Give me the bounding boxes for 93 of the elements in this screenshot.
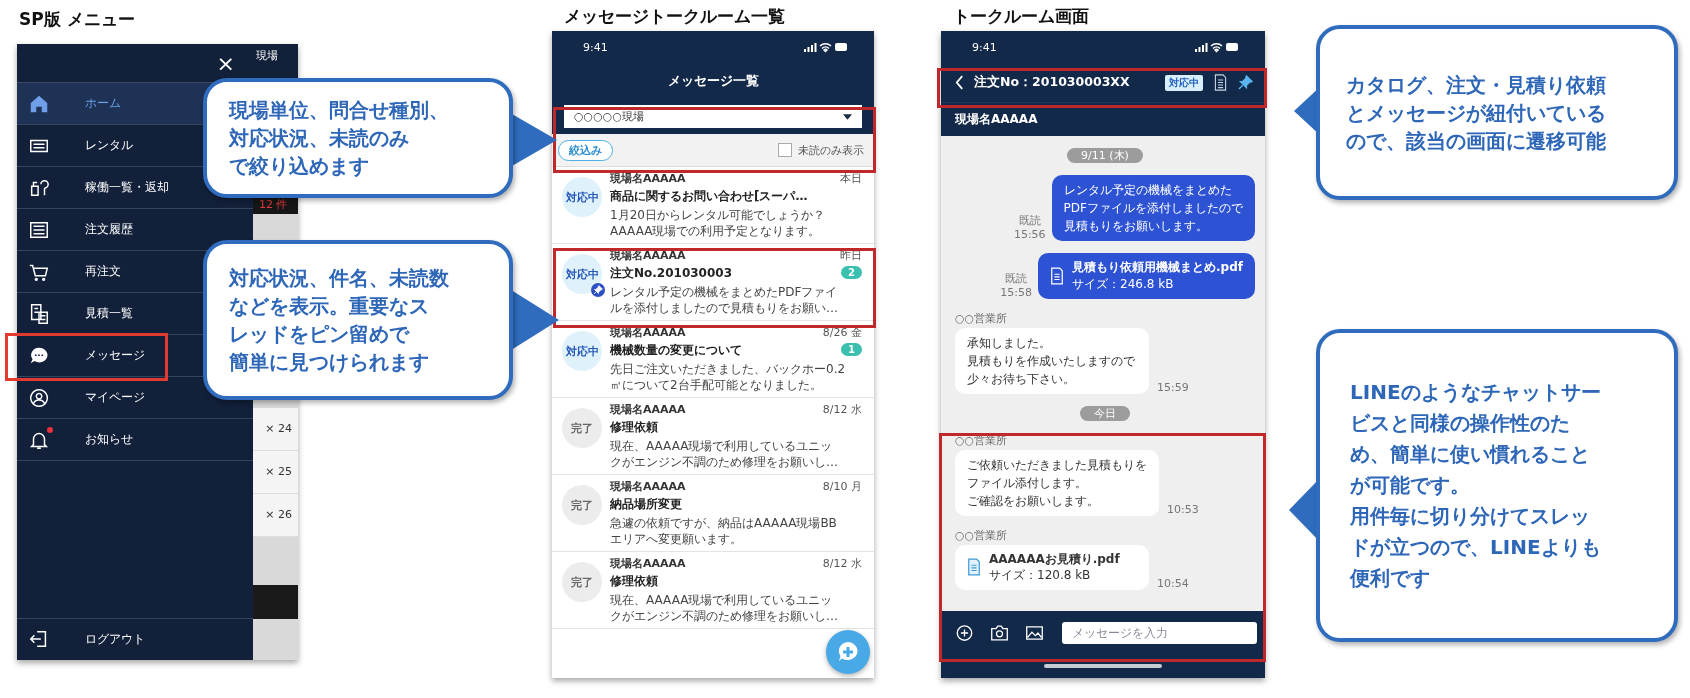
unread-count: 2 [841,266,862,279]
status-icons-drawing [804,41,848,53]
image-icon[interactable] [1025,623,1044,642]
thread-item[interactable]: 対応中 現場名AAAAA 本日 商品に関するお問い合わせ[スーパ… 1月20日からレンタル可能でしょうか？ AAAAA現場での利用予定となります。 [552,167,874,244]
order-title: 注文No：201030003XX [974,74,1131,91]
logout-item[interactable]: ログアウト [17,619,253,659]
file-icon [967,558,981,577]
thread-date: 8/26 金 [822,325,862,340]
callout-tooltip: LINEのようなチャットサー ビスと同様の操作性のた め、簡単に使い慣れること が可能です。 用件毎に切り分けてスレッ ドが立つので、LINEよりも 便利です [1316,329,1678,642]
file-name: 見積もり依頼用機械まとめ.pdf [1072,259,1243,276]
file-icon [1050,266,1065,285]
filter-button[interactable]: 絞込み [558,139,613,161]
quantity-text: × 26 [253,494,298,537]
site-name: 現場名AAAAA [610,171,686,186]
status-badge: 完了 [562,485,602,525]
message-preview: 現在、AAAAA現場で利用しているユニッ クがエンジン不調のため修理をお願いし… [610,438,838,471]
thread-subject: 注文No.201030003 [610,265,732,282]
sender-name: ○○営業所 [955,527,1009,543]
thread-subject: 修理依頼 [610,573,658,590]
message-time: 10:54 [1157,577,1189,591]
message-time: 15:56 [1013,228,1046,241]
caret-icon [843,113,852,120]
callout-tooltip: カタログ、注文・見積り依頼 とメッセージが紐付いている ので、該当の画面に遷移可能 [1316,25,1678,200]
thread-date: 本日 [840,171,862,186]
close-button[interactable]: × [198,50,253,76]
message-bubble: レンタル予定の機械をまとめた PDFファイルを添付しましたので 見積もりをお願いします。 [1051,175,1255,241]
plus-icon[interactable] [955,623,974,642]
pin-icon[interactable] [1238,74,1253,91]
file-size: サイズ：120.8 kB [989,567,1092,585]
message-preview: 先日ご注文いただきました、バックホー0.2 ㎥について2台手配可能となりました。 [610,361,846,394]
footer-bar [253,585,298,619]
thread-subject: 納品場所変更 [610,496,682,513]
screen-title: メッセージ一覧 [552,63,874,103]
section-title: トークルーム画面 [953,5,1090,28]
site-name: 現場名AAAAA [610,479,686,494]
site-name: 現場名AAAAA [610,556,686,571]
camera-icon[interactable] [990,623,1009,642]
date-divider: 今日 [1080,405,1130,421]
thread-date: 昨日 [840,248,862,263]
section-title: メッセージトークルーム一覧 [564,5,786,28]
read-receipt: 既読 [1018,213,1041,228]
status-badge: 完了 [562,408,602,448]
site-name: 現場名AAAAA [610,402,686,417]
plus-icon [836,640,860,664]
message-bubble: ご依頼いただきました見積もりを ファイル添付します。 ご確認をお願いします。 [955,449,1159,516]
status-badge: 対応中 [562,254,602,294]
file-name: AAAAAAお見積り.pdf [989,550,1120,568]
quantity-text: × 24 [253,408,298,451]
message-time: 15:59 [1157,380,1189,394]
thread-date: 8/12 水 [822,556,862,571]
document-icon[interactable] [1213,74,1228,91]
thread-item[interactable]: 完了 現場名AAAAA 8/10 月 納品場所変更 急遽の依頼ですが、納品はAAAAA現場BB エリアへ変更願います。 [552,475,874,552]
callout-tooltip: 現場単位、問合せ種別、 対応状況、未読のみ で絞り込めます [203,78,513,198]
status-badge: 対応中 [562,331,602,371]
unread-count: 1 [841,343,862,356]
message-time: 15:58 [1000,285,1033,299]
date-divider: 9/11 (木) [1067,148,1143,163]
status-icons-drawing [1195,41,1239,53]
message-input[interactable]: メッセージを入力 [1062,621,1257,644]
message-preview: 1月20日からレンタル可能でしょうか？ AAAAA現場での利用予定となります。 [610,207,825,240]
clock-time: 9:41 [583,40,608,54]
sender-name: ○○営業所 [955,310,1009,326]
message-time: 10:53 [1167,502,1199,516]
read-receipt: 既読 [1005,270,1028,286]
message-preview: 現在、AAAAA現場で利用しているユニッ クがエンジン不調のため修理をお願いし… [610,592,838,625]
file-attachment[interactable]: 見積もり依頼用機械まとめ.pdf サイズ：246.8 kB [1038,253,1255,299]
thread-item[interactable]: 完了 現場名AAAAA 8/12 水 修理依頼 現在、AAAAA現場で利用しているユニッ クがエンジン不調のため修理をお願いし… [552,552,874,629]
screen-header-text: 現場 [256,48,278,63]
thread-subject: 商品に関するお問い合わせ[スーパ… [610,188,808,205]
checkbox[interactable] [778,143,792,157]
back-icon[interactable] [955,75,964,90]
user-icon [28,386,50,409]
status-badge: 対応中 [562,177,602,217]
message-preview: レンタル予定の機械をまとめたPDFファイ ルを添付しましたので見積もりをお願い… [610,284,838,317]
callout-tooltip: 対応状況、件名、未読数 などを表示。重要なス レッドをピン留めで 簡単に見つけられます [203,240,513,400]
checkbox-label: 未読のみ表示 [798,142,864,158]
section-title: SP版 メニュー [19,8,136,31]
clock-time: 9:41 [972,40,997,54]
site-name: 現場名AAAAA [941,102,1265,136]
file-attachment[interactable]: AAAAAAお見積り.pdf サイズ：120.8 kB [955,544,1149,591]
new-message-button[interactable] [826,630,870,674]
thread-date: 8/10 月 [822,479,862,494]
document-icon [28,302,50,325]
thread-item[interactable]: 完了 現場名AAAAA 8/12 水 修理依頼 現在、AAAAA現場で利用しているユニッ クがエンジン不調のため修理をお願いし… [552,398,874,475]
message-preview: 急遽の依頼ですが、納品はAAAAA現場BB エリアへ変更願います。 [610,515,837,548]
thread-subject: 修理依頼 [610,419,658,436]
thread-subject: 機械数量の変更について [610,342,742,359]
quantity-text: × 25 [253,451,298,494]
status-tag: 対応中 [1165,74,1203,91]
status-badge: 完了 [562,562,602,602]
message-bubble: 承知しました。 見積もりを作成いたしますので 少々お待ち下さい。 [955,327,1149,394]
thread-date: 8/12 水 [822,402,862,417]
file-size: サイズ：246.8 kB [1072,275,1175,293]
